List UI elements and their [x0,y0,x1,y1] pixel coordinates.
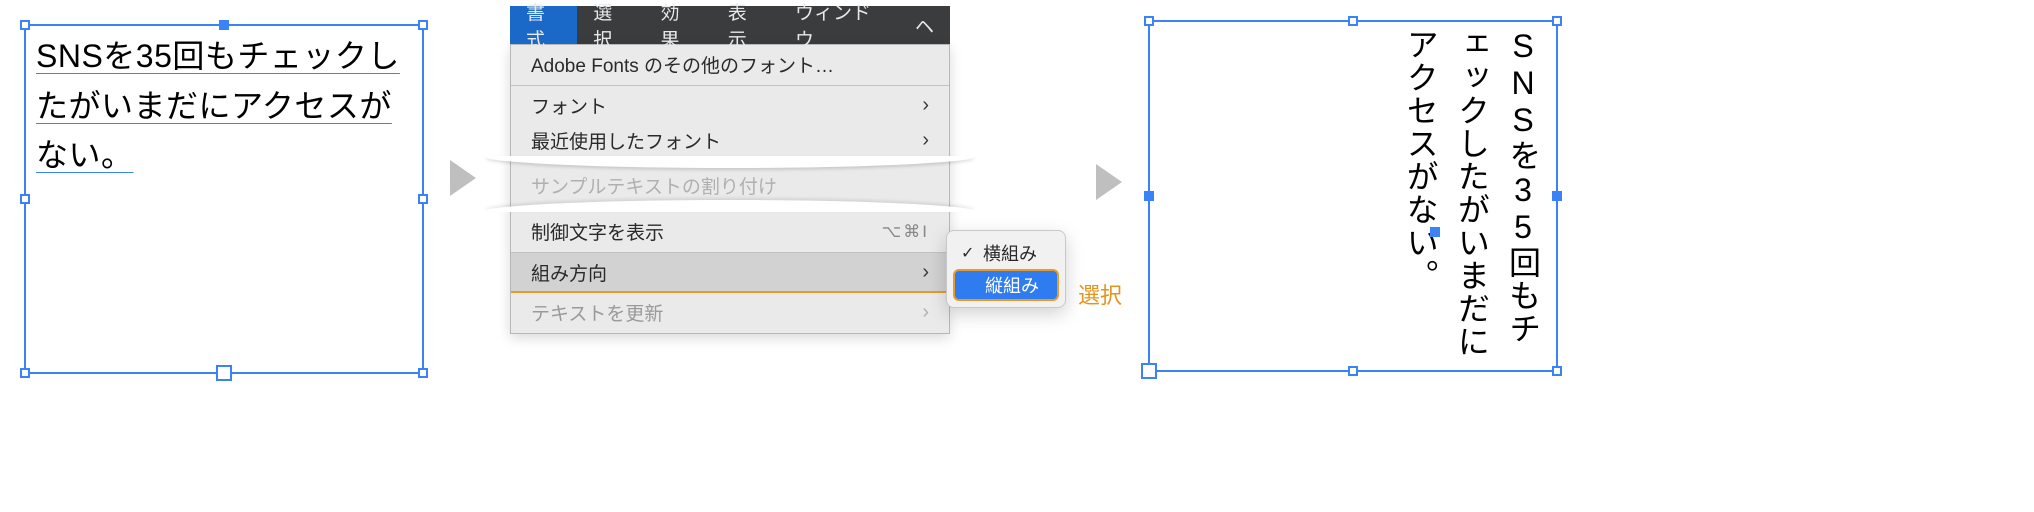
text-outport[interactable] [216,365,232,381]
menu-item-show-hidden-chars[interactable]: 制御文字を表示 ⌥⌘I [511,212,949,252]
selection-handle[interactable] [1552,366,1562,376]
text-caret [1430,227,1440,237]
menubar-item-type[interactable]: 書式 [510,6,577,44]
chevron-right-icon: › [922,129,929,152]
chevron-right-icon: › [922,94,929,117]
selection-handle[interactable] [1348,16,1358,26]
selection-handle[interactable] [1552,16,1562,26]
chevron-right-icon: › [922,261,929,284]
selection-handle[interactable] [20,20,30,30]
menubar-item-effect[interactable]: 効果 [644,6,711,44]
menu-item-label: 組み方向 [531,259,607,286]
menu-shortcut: ⌥⌘I [882,222,929,242]
menu-item-text-direction[interactable]: 組み方向 › [511,253,949,293]
menubar-item-select[interactable]: 選択 [577,6,644,44]
checkmark-icon: ✓ [961,243,977,263]
text-frame-horizontal[interactable]: SNSを35回もチェックしたがいまだにアクセスがない。 [24,24,424,374]
selection-handle[interactable] [20,194,30,204]
select-annotation: 選択 [1078,278,1122,310]
menu-item-adobe-fonts[interactable]: Adobe Fonts のその他のフォント… [511,45,949,85]
arrow-icon [450,160,476,196]
tear-edge-icon [485,156,975,168]
menubar-item-window[interactable]: ウィンドウ [779,6,899,44]
submenu-item-label: 横組み [983,240,1037,266]
selection-handle[interactable] [1144,191,1154,201]
menu-item-label: 最近使用したフォント [531,127,721,154]
menu-item-label: 制御文字を表示 [531,218,664,245]
type-menu-panel: 書式 選択 効果 表示 ウィンドウ ヘ Adobe Fonts のその他のフォン… [510,6,950,334]
selection-handle[interactable] [418,20,428,30]
text-frame-vertical[interactable]: SNSを35回もチェックしたがいまだにアクセスがない。 [1148,20,1558,372]
menu-torn-section: サンプルテキストの割り付け [511,156,949,212]
menu-item-label: Adobe Fonts のその他のフォント… [531,51,834,78]
text-outport[interactable] [1141,363,1157,379]
menu-item-recent-font[interactable]: 最近使用したフォント › [511,126,949,156]
menu-item-update-text: テキストを更新 › [511,293,949,333]
menubar-item-help-partial[interactable]: ヘ [899,6,950,44]
text-content-vertical[interactable]: SNSを35回もチェックしたがいまだにアクセスがない。 [1150,22,1556,370]
submenu-item-label: 縦組み [985,272,1039,298]
menu-item-label: フォント [531,92,607,119]
selection-handle[interactable] [1552,191,1562,201]
menubar: 書式 選択 効果 表示 ウィンドウ ヘ [510,6,950,44]
selection-handle[interactable] [418,368,428,378]
selection-handle[interactable] [1348,366,1358,376]
arrow-icon [1096,164,1122,200]
menu-hidden-text: サンプルテキストの割り付け [531,172,777,199]
type-menu-dropdown: Adobe Fonts のその他のフォント… フォント › 最近使用したフォント… [510,44,950,334]
selection-handle[interactable] [418,194,428,204]
menubar-item-view[interactable]: 表示 [712,6,779,44]
tear-edge-icon [485,200,975,212]
chevron-right-icon: › [922,301,929,324]
selection-handle[interactable] [1144,16,1154,26]
submenu-item-vertical[interactable]: 縦組み [953,269,1059,301]
menu-item-font[interactable]: フォント › [511,86,949,126]
text-content-horizontal[interactable]: SNSを35回もチェックしたがいまだにアクセスがない。 [26,26,422,187]
selection-handle[interactable] [20,368,30,378]
submenu-item-horizontal[interactable]: ✓ 横組み [953,237,1059,269]
direction-submenu: ✓ 横組み 縦組み [946,230,1066,308]
selection-handle[interactable] [219,20,229,30]
menu-item-label: テキストを更新 [531,299,663,326]
